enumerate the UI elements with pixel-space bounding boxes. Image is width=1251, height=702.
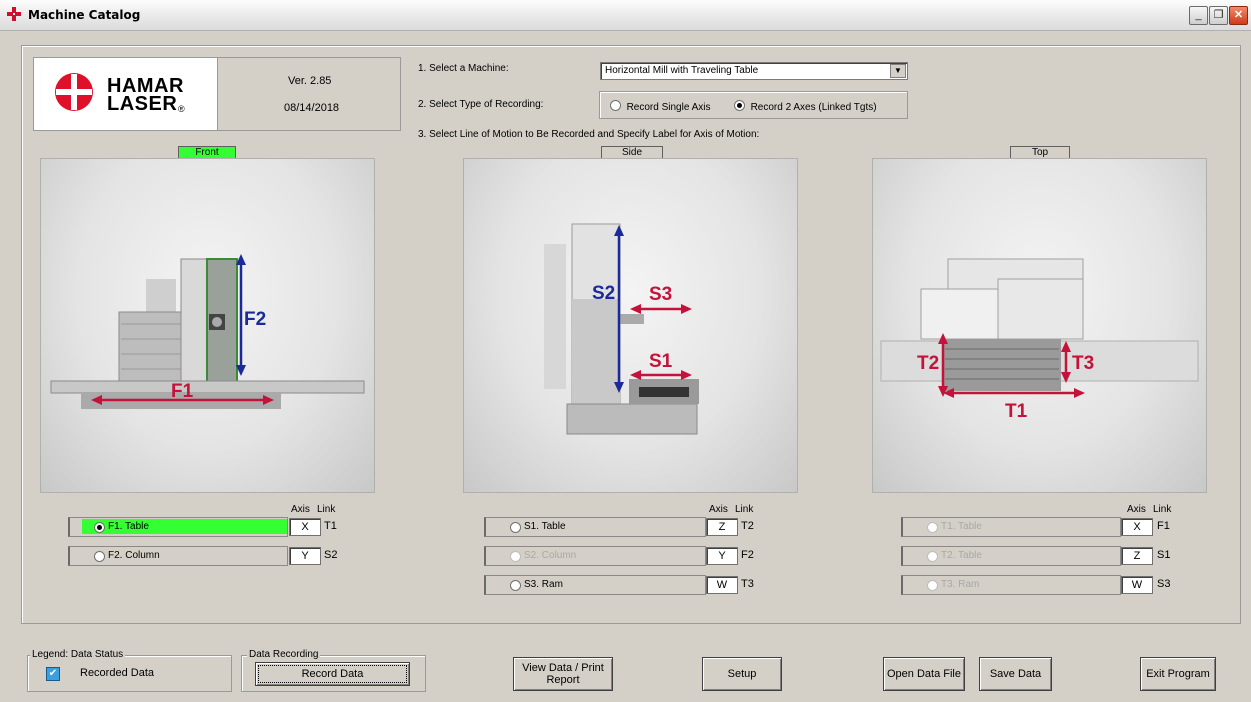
step3-label: 3. Select Line of Motion to Be Recorded … [418,129,760,140]
minimize-button[interactable]: _ [1189,6,1208,25]
link-f1: T1 [324,520,337,532]
top-view-image[interactable]: T2 T3 T1 [872,158,1207,493]
option-f2-column[interactable]: F2. Column [68,546,288,566]
front-view-drawing: F2 F1 [50,254,365,409]
option-s1-table[interactable]: S1. Table [484,517,706,537]
setup-button[interactable]: Setup [702,657,782,691]
option-f2-label: F2. Column [108,550,160,561]
radio-disabled-icon [510,551,521,562]
link-s3: T3 [741,578,754,590]
axis-field-s2[interactable]: Y [706,547,738,565]
open-data-file-button[interactable]: Open Data File [883,657,965,691]
top-axis-header: Axis [1127,504,1146,515]
title-bar: Machine Catalog _ ❐ ✕ [0,0,1251,31]
axis-field-t2[interactable]: Z [1121,547,1153,565]
top-label-t3: T3 [1072,353,1094,374]
close-button[interactable]: ✕ [1229,6,1248,25]
axis-field-s3[interactable]: W [706,576,738,594]
radio-disabled-icon [927,551,938,562]
recording-type-group: Record Single Axis Record 2 Axes (Linked… [599,91,908,119]
view-data-print-report-button[interactable]: View Data / Print Report [513,657,613,691]
step1-label: 1. Select a Machine: [418,63,509,74]
option-s2-column: S2. Column [484,546,706,566]
radio-single-axis-label: Record Single Axis [626,102,711,113]
side-label-s2: S2 [592,283,615,304]
radio-single-axis[interactable]: Record Single Axis [610,100,711,113]
app-icon [7,7,21,21]
radio-disabled-icon [927,580,938,591]
save-data-button[interactable]: Save Data [979,657,1052,691]
link-f2: S2 [324,549,338,561]
top-label-t2: T2 [917,353,939,374]
front-link-header: Link [317,504,336,515]
option-t2-label: T2. Table [941,550,982,561]
company-logo: HAMAR LASER ® [33,57,218,131]
option-s3-ram[interactable]: S3. Ram [484,575,706,595]
option-t2-table: T2. Table [901,546,1121,566]
front-view-image[interactable]: F2 F1 [40,158,375,493]
machine-select[interactable]: Horizontal Mill with Traveling Table ▼ [600,62,908,80]
front-axis-header: Axis [291,504,310,515]
chevron-down-icon[interactable]: ▼ [890,64,906,78]
link-t1: F1 [1157,520,1170,532]
link-s2: F2 [741,549,754,561]
option-t3-ram: T3. Ram [901,575,1121,595]
legend-item-label: Recorded Data [80,667,154,679]
option-f1-table[interactable]: F1. Table [68,517,288,537]
option-f1-label: F1. Table [108,521,149,532]
side-axis-header: Axis [709,504,728,515]
option-t3-label: T3. Ram [941,579,980,590]
axis-field-f1[interactable]: X [289,518,321,536]
version-box: Ver. 2.85 08/14/2018 [216,57,401,131]
record-data-button[interactable]: Record Data [255,662,410,686]
side-view-drawing: S2 S3 S1 [544,223,699,435]
side-view-image[interactable]: S2 S3 S1 [463,158,798,493]
front-label-f1: F1 [171,381,194,402]
window-title: Machine Catalog [28,8,141,22]
hamar-logo-icon [55,73,93,111]
logo-registered-mark: ® [178,104,185,114]
option-t1-table: T1. Table [901,517,1121,537]
link-t3: S3 [1157,578,1171,590]
radio-disabled-icon [927,522,938,533]
restore-button[interactable]: ❐ [1209,6,1228,25]
legend-title: Legend: Data Status [30,649,126,660]
front-label-f2: F2 [244,309,266,330]
axis-field-t3[interactable]: W [1121,576,1153,594]
side-label-s3: S3 [649,284,672,305]
top-label-t1: T1 [1005,401,1028,422]
machine-select-value: Horizontal Mill with Traveling Table [605,65,759,76]
radio-selected-icon[interactable] [734,100,745,111]
top-link-header: Link [1153,504,1172,515]
side-link-header: Link [735,504,754,515]
option-s1-label: S1. Table [524,521,566,532]
radio-selected-icon[interactable] [94,522,105,533]
option-s3-label: S3. Ram [524,579,563,590]
version-text: Ver. 2.85 [288,75,332,87]
radio-two-axes[interactable]: Record 2 Axes (Linked Tgts) [734,100,877,113]
option-s2-label: S2. Column [524,550,577,561]
exit-program-button[interactable]: Exit Program [1140,657,1216,691]
radio-icon[interactable] [94,551,105,562]
axis-field-f2[interactable]: Y [289,547,321,565]
side-label-s1: S1 [649,351,673,372]
link-s1: T2 [741,520,754,532]
logo-text-laser: LASER [107,93,178,115]
option-t1-label: T1. Table [941,521,982,532]
top-view-drawing: T2 T3 T1 [880,258,1199,422]
version-date: 08/14/2018 [284,102,340,114]
step2-label: 2. Select Type of Recording: [418,99,544,110]
radio-icon[interactable] [510,522,521,533]
axis-field-t1[interactable]: X [1121,518,1153,536]
radio-two-axes-label: Record 2 Axes (Linked Tgts) [750,102,877,113]
link-t2: S1 [1157,549,1171,561]
axis-field-s1[interactable]: Z [706,518,738,536]
radio-icon[interactable] [510,580,521,591]
radio-icon[interactable] [610,100,621,111]
data-recording-title: Data Recording [247,649,321,660]
checkbox-recorded-data[interactable]: ✔ [46,667,60,681]
